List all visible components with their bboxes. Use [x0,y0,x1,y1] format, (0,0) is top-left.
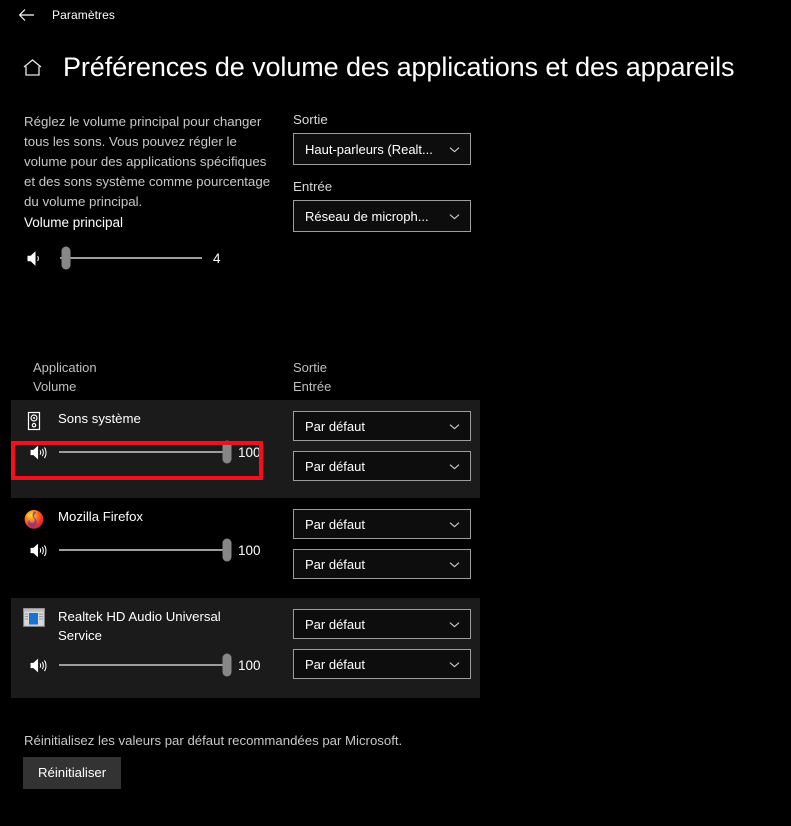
column-header-devices: Sortie Entrée [293,358,331,396]
column-header-output: Sortie [293,360,327,375]
output-device-label: Sortie [293,112,328,127]
speaker-icon [24,248,46,268]
chevron-down-icon [448,460,461,473]
app-input-dropdown[interactable]: Par défaut [293,549,471,579]
app-input-dropdown[interactable]: Par défaut [293,451,471,481]
chevron-down-icon [448,618,461,631]
slider-thumb[interactable] [222,653,232,677]
app-name: Mozilla Firefox [58,509,144,524]
app-volume-slider[interactable] [59,438,232,466]
app-output-value: Par défaut [305,516,365,532]
app-name: Realtek HD Audio Universal Service [58,609,221,643]
firefox-icon [23,508,45,530]
reset-button[interactable]: Réinitialiser [23,757,122,789]
speaker-waves-icon [27,442,49,462]
reset-description: Réinitialisez les valeurs par défaut rec… [24,733,403,748]
app-output-value: Par défaut [305,616,365,632]
speaker-waves-icon [27,540,49,560]
app-device-selectors: Par défaut Par défaut [293,411,471,491]
app-device-selectors: Par défaut Par défaut [293,609,471,689]
slider-track [60,257,202,259]
slider-thumb[interactable] [61,246,71,270]
chevron-down-icon [448,658,461,671]
app-title: Paramètres [52,8,116,22]
input-device-value: Réseau de microph... [305,208,429,224]
slider-thumb[interactable] [222,538,232,562]
app-input-value: Par défaut [305,656,365,672]
app-output-dropdown[interactable]: Par défaut [293,509,471,539]
master-volume-slider[interactable] [60,244,202,272]
column-header-application: Application Volume [33,358,97,396]
master-volume-row: 4 [24,243,239,273]
slider-track [59,549,227,551]
master-volume-value: 4 [213,250,221,266]
device-selectors: Sortie Haut-parleurs (Realt... Entrée Ré… [293,112,471,242]
app-output-dropdown[interactable]: Par défaut [293,609,471,639]
app-input-value: Par défaut [305,458,365,474]
slider-track [59,451,227,453]
app-input-dropdown[interactable]: Par défaut [293,649,471,679]
app-volume-slider[interactable] [59,651,232,679]
application-list: Sons système 100 Par défaut Par défaut Mozil… [11,400,480,698]
app-row: Realtek HD Audio Universal Service 100 Par… [11,598,480,698]
column-header-application-line1: Application [33,360,97,375]
app-volume-value: 100 [238,657,261,673]
intro-description: Réglez le volume principal pour changer … [24,114,271,209]
slider-thumb[interactable] [222,440,232,464]
app-volume-slider[interactable] [59,536,232,564]
app-row-inner: Realtek HD Audio Universal Service 100 Par… [11,598,480,698]
app-output-value: Par défaut [305,418,365,434]
speaker-waves-icon [27,655,49,675]
app-volume-value: 100 [238,444,261,460]
system-sounds-icon [23,410,45,432]
settings-page: Paramètres Préférences de volume des app… [0,0,791,826]
title-bar: Paramètres [0,0,791,30]
app-output-dropdown[interactable]: Par défaut [293,411,471,441]
app-device-selectors: Par défaut Par défaut [293,509,471,589]
app-name: Sons système [58,411,141,426]
chevron-down-icon [448,143,461,156]
column-header-application-line2: Volume [33,379,77,394]
input-device-dropdown[interactable]: Réseau de microph... [293,200,471,232]
realtek-window-icon [23,608,45,630]
app-row-inner: Sons système 100 Par défaut Par défaut [11,400,480,498]
chevron-down-icon [448,558,461,571]
page-header: Préférences de volume des applications e… [0,46,791,88]
app-row: Sons système 100 Par défaut Par défaut [11,400,480,498]
output-device-dropdown[interactable]: Haut-parleurs (Realt... [293,133,471,165]
chevron-down-icon [448,420,461,433]
column-header-input: Entrée [293,379,332,394]
app-input-value: Par défaut [305,556,365,572]
output-device-value: Haut-parleurs (Realt... [305,141,433,157]
home-icon[interactable] [18,53,46,81]
app-row-inner: Mozilla Firefox 100 Par défaut Par défaut [11,498,480,598]
input-device-label: Entrée [293,179,333,194]
chevron-down-icon [448,210,461,223]
app-row: Mozilla Firefox 100 Par défaut Par défaut [11,498,480,598]
slider-track [59,664,227,666]
app-volume-value: 100 [238,542,261,558]
page-title: Préférences de volume des applications e… [63,51,735,82]
master-volume-label: Volume principal [24,215,124,230]
chevron-down-icon [448,518,461,531]
back-arrow-icon[interactable] [7,2,45,28]
